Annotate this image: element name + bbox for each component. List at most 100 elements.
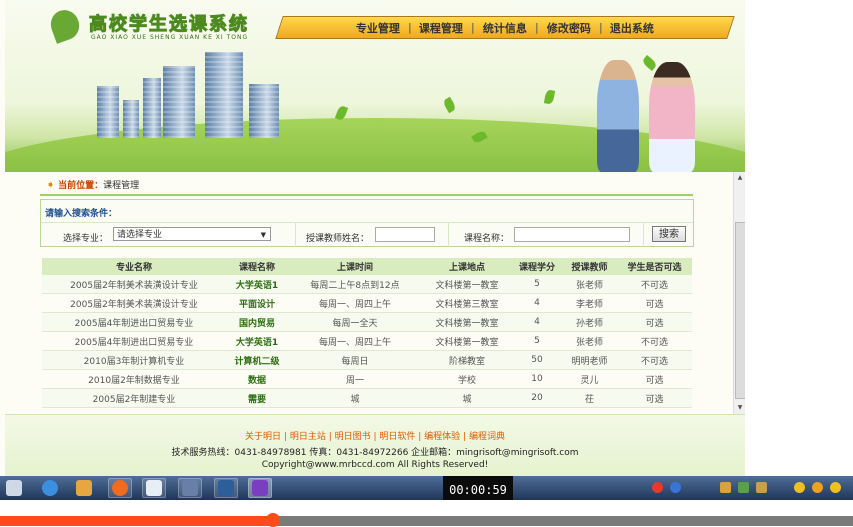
major-label: 选择专业： [63,234,109,244]
taskbar: 00:00:59 [0,476,853,500]
table-cell: 国内贸易 [226,312,288,332]
teacher-label: 授课教师姓名： [306,234,370,244]
tray-app-icon[interactable] [652,482,663,493]
table-cell: 4 [512,312,562,332]
major-select-value: 请选择专业 [117,230,163,240]
footer-contact: 技术服务热线：0431-84978981 传真：0431-84972266 企业… [171,448,579,458]
nav-logout[interactable]: 退出系统 [606,20,658,36]
taskbar-app-recorder[interactable] [248,478,272,498]
vertical-scrollbar[interactable]: ▲ ▼ [733,172,745,414]
taskbar-app-firefox[interactable] [108,478,132,498]
play-icon [252,480,268,496]
browser-page: 高校学生选课系统 GAO XIAO XUE SHENG XUAN KE XI T… [0,0,745,476]
progress-handle[interactable] [265,513,280,527]
nav-separator: | [598,21,603,34]
table-cell: 可选 [617,293,692,313]
taskbar-app-notepad[interactable] [142,478,166,498]
search-button[interactable]: 搜索 [652,226,686,242]
table-cell: 李老师 [562,293,617,313]
building-graphic [205,52,243,138]
qq-icon[interactable] [794,482,805,493]
qq-icon[interactable] [830,482,841,493]
table-cell: 2005届4年制进出口贸易专业 [42,312,226,332]
table-cell: 每周二上午8点到12点 [288,275,422,294]
tray-security-icon[interactable] [738,482,749,493]
taskbar-app-media[interactable] [178,478,202,498]
footer-link[interactable]: 编程词典 [469,432,505,442]
tray-volume-icon[interactable] [756,482,767,493]
footer-link-separator: | [460,432,469,442]
footer-link[interactable]: 关于明日 [245,432,281,442]
system-subtitle: GAO XIAO XUE SHENG XUAN KE XI TONG [91,34,249,41]
table-cell: 2010届2年制数据专业 [42,369,226,389]
table-row: 2005届2年制建专业 需要城城 20 茌可选 [42,388,692,408]
table-row: 2005届2年制美术装潢设计专业 平面设计 每周一、周四上午 文科楼第三教室 4 李老师可… [42,293,692,313]
table-cell: 城 [288,388,422,408]
table-row: 2005届4年制进出口贸易专业 大学英语1 每周一、周四上午 文科楼第一教室 5 张老师不… [42,331,692,351]
table-cell: 每周日 [288,350,422,370]
footer-link[interactable]: 明日软件 [379,432,415,442]
table-cell: 文科楼第一教室 [422,331,512,351]
table-cell: 学校 [422,369,512,389]
col-selectable: 学生是否可选 [617,258,692,275]
table-cell: 茌 [562,388,617,408]
scroll-down-icon[interactable]: ▼ [734,404,745,411]
table-cell: 大学英语1 [226,275,288,294]
ie-browser-icon[interactable] [42,480,58,496]
tray-network-icon[interactable] [720,482,731,493]
course-label: 课程名称： [464,234,510,244]
building-graphic [97,86,119,138]
nav-change-password[interactable]: 修改密码 [543,20,595,36]
recording-timer: 00:00:59 [443,476,513,500]
breadcrumb: ➧ 当前位置：课程管理 [46,178,139,191]
nav-separator: | [471,21,475,34]
footer-links: 关于明日 | 明日主站 | 明日图书 | 明日软件 | 编程体验 | 编程词典 [5,429,745,442]
col-credit: 课程学分 [512,258,562,275]
table-cell: 每周一、周四上午 [288,331,422,351]
building-graphic [249,84,279,138]
table-cell: 张老师 [562,331,617,351]
divider [643,223,644,247]
course-table: 专业名称 课程名称 上课时间 上课地点 课程学分 授课教师 学生是否可选 200… [42,258,692,408]
table-cell: 5 [512,275,562,294]
col-teacher: 授课教师 [562,258,617,275]
table-cell: 需要 [226,388,288,408]
course-name-input[interactable] [514,227,630,242]
nav-course-management[interactable]: 课程管理 [415,20,467,36]
video-progress-bar[interactable] [0,500,853,527]
system-title: 高校学生选课系统 [89,14,249,35]
student-photo-male [597,60,639,172]
main-nav: 专业管理 | 课程管理 | 统计信息 | 修改密码 | 退出系统 [275,16,735,39]
col-location: 上课地点 [422,258,512,275]
header-banner: 高校学生选课系统 GAO XIAO XUE SHENG XUAN KE XI T… [5,0,745,172]
nav-major-management[interactable]: 专业管理 [352,20,404,36]
nav-statistics[interactable]: 统计信息 [479,20,531,36]
help-icon[interactable] [670,482,681,493]
empty-side-area [745,0,853,476]
table-row: 2005届4年制进出口贸易专业 国内贸易 每周一全天 文科楼第一教室 4 孙老师 可选 [42,312,692,332]
nav-separator: | [535,21,539,34]
taskbar-app-tool[interactable] [214,478,238,498]
building-graphic [123,100,139,138]
arrow-right-icon: ➧ [46,178,56,191]
table-cell: 2005届2年制建专业 [42,388,226,408]
table-cell: 50 [512,350,562,370]
table-cell: 不可选 [617,275,692,294]
teacher-name-input[interactable] [375,227,435,242]
major-select[interactable]: 请选择专业 ▼ [113,227,271,241]
footer-link[interactable]: 明日主站 [290,432,326,442]
footer-link-separator: | [325,432,335,442]
building-graphic [143,78,161,138]
qq-icon[interactable] [812,482,823,493]
footer-link-separator: | [415,432,425,442]
table-cell: 10 [512,369,562,389]
show-desktop-icon[interactable] [6,480,22,496]
folder-icon[interactable] [76,480,92,496]
scrollbar-thumb[interactable] [735,222,745,399]
scroll-up-icon[interactable]: ▲ [734,174,745,181]
search-title: 请输入搜索条件： [45,209,118,219]
table-cell: 5 [512,331,562,351]
footer-link[interactable]: 明日图书 [335,432,371,442]
footer-link[interactable]: 编程体验 [424,432,460,442]
page-footer: 关于明日 | 明日主站 | 明日图书 | 明日软件 | 编程体验 | 编程词典 … [5,414,745,476]
